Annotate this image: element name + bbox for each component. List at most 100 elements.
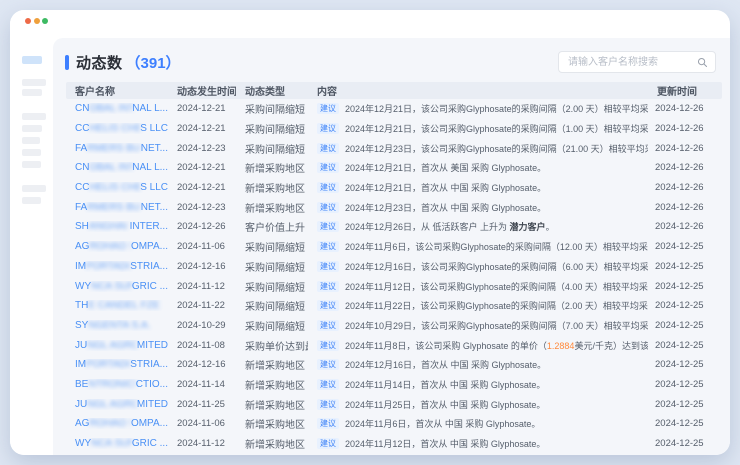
minimize-window-icon[interactable] [34, 18, 40, 24]
suggestion-badge[interactable]: 建议 [317, 300, 339, 311]
search-input[interactable] [566, 56, 697, 69]
suggestion-badge[interactable]: 建议 [317, 221, 339, 232]
customer-name-link[interactable]: JU NGL AGROTEC LI MITED [66, 340, 168, 351]
suggestion-badge[interactable]: 建议 [317, 320, 339, 331]
customer-name-link[interactable]: WY NCA SUNSHINE A GRIC ... [66, 281, 168, 292]
page-title-text: 动态数 [76, 52, 123, 73]
event-date: 2024-12-26 [168, 221, 236, 232]
event-content-cell: 建议 2024年12月21日，首次从 美国 采购 Glyphosate。 [308, 161, 648, 174]
table-row: JU NGL AGROTEC LI MITED 2024-11-25 新增采购地… [66, 394, 722, 414]
table-body: CN OBAL INTERNATIO NAL L... 2024-12-21 采… [66, 99, 722, 455]
event-date: 2024-12-21 [168, 182, 236, 193]
maximize-window-icon[interactable] [42, 18, 48, 24]
suggestion-badge[interactable]: 建议 [317, 182, 339, 193]
customer-name-link[interactable]: BE NTRONICS PRODU CTIO... [66, 379, 168, 390]
customer-name-link[interactable]: FA RMERS BUSINESS NET... [66, 202, 168, 213]
window-controls [25, 18, 48, 24]
event-type: 采购间隔缩短 [236, 121, 308, 136]
suggestion-badge[interactable]: 建议 [317, 103, 339, 114]
customer-name-link[interactable]: CC HELIS CHEMICAL S LLC [66, 123, 168, 134]
customer-name-redacted: NGL AGROTEC LI [87, 399, 137, 410]
customer-name-link[interactable]: CN OBAL INTERNATIO NAL L... [66, 103, 168, 114]
event-content-cell: 建议 2024年11月25日，首次从 中国 采购 Glyphosate。 [308, 398, 648, 411]
search-box[interactable] [558, 51, 716, 73]
sidebar-item-active[interactable] [22, 56, 42, 64]
customer-name-link[interactable]: TH E CANDEL FZE [66, 300, 168, 311]
event-date: 2024-10-29 [168, 320, 236, 331]
update-date: 2024-12-25 [648, 340, 722, 351]
customer-name-prefix: WY [75, 438, 91, 449]
customer-name-redacted: ANGHAI EVER GO [89, 221, 130, 232]
update-date: 2024-12-25 [648, 418, 722, 429]
customer-name-link[interactable]: CN OBAL INTERNATIO NAL L... [66, 162, 168, 173]
sidebar-item[interactable] [22, 79, 46, 86]
customer-name-redacted: PORTADORA INDU [86, 359, 130, 370]
customer-name-link[interactable]: JU NGL AGROTEC LI MITED [66, 399, 168, 410]
suggestion-badge[interactable]: 建议 [317, 202, 339, 213]
customer-name-link[interactable]: IM PORTADORA INDU STRIA... [66, 261, 168, 272]
customer-name-prefix: CN [75, 162, 89, 173]
suggestion-badge[interactable]: 建议 [317, 162, 339, 173]
suggestion-badge[interactable]: 建议 [317, 340, 339, 351]
search-icon[interactable] [697, 57, 708, 68]
event-content-cell: 建议 2024年12月23日，该公司采购Glyphosate的采购间隔（21.0… [308, 142, 648, 155]
suggestion-badge[interactable]: 建议 [317, 281, 339, 292]
event-content-cell: 建议 2024年11月6日，该公司采购Glyphosate的采购间隔（12.00… [308, 240, 648, 253]
suggestion-badge[interactable]: 建议 [317, 418, 339, 429]
sidebar-item[interactable] [22, 137, 40, 144]
customer-name-redacted: OBAL INTERNATIO [89, 162, 132, 173]
customer-name-link[interactable]: IM PORTADORA INDU STRIA... [66, 359, 168, 370]
update-date: 2024-12-26 [648, 143, 722, 154]
table-row: CN OBAL INTERNATIO NAL L... 2024-12-21 采… [66, 99, 722, 119]
sidebar-item[interactable] [22, 185, 46, 192]
customer-name-prefix: JU [75, 340, 87, 351]
event-content-text: 2024年12月16日，该公司采购Glyphosate的采购间隔（6.00 天）… [345, 260, 648, 273]
customer-name-link[interactable]: AG ROHAO SHANG C OMPA... [66, 241, 168, 252]
suggestion-badge[interactable]: 建议 [317, 143, 339, 154]
suggestion-badge[interactable]: 建议 [317, 123, 339, 134]
suggestion-badge[interactable]: 建议 [317, 399, 339, 410]
event-date: 2024-11-12 [168, 438, 236, 449]
event-date: 2024-11-14 [168, 379, 236, 390]
event-content-text: 2024年12月23日，该公司采购Glyphosate的采购间隔（21.00 天… [345, 142, 648, 155]
sidebar-item[interactable] [22, 149, 41, 156]
sidebar-item[interactable] [22, 89, 42, 96]
event-content-cell: 建议 2024年12月21日，该公司采购Glyphosate的采购间隔（1.00… [308, 122, 648, 135]
customer-name-link[interactable]: CC HELIS CHEMICAL S LLC [66, 182, 168, 193]
customer-name-link[interactable]: SY NGENTA S.A. [66, 320, 168, 331]
customer-name-suffix: STRIA... [130, 261, 168, 272]
customer-name-link[interactable]: SH ANGHAI EVER GO INTER... [66, 221, 168, 232]
update-date: 2024-12-26 [648, 202, 722, 213]
close-window-icon[interactable] [25, 18, 31, 24]
table-row: CC HELIS CHEMICAL S LLC 2024-12-21 采购间隔缩… [66, 119, 722, 139]
suggestion-badge[interactable]: 建议 [317, 261, 339, 272]
sidebar-item[interactable] [22, 197, 41, 204]
update-date: 2024-12-25 [648, 399, 722, 410]
suggestion-badge[interactable]: 建议 [317, 438, 339, 449]
customer-name-suffix: CTIO... [136, 379, 168, 390]
sidebar-item[interactable] [22, 161, 41, 168]
sidebar-item[interactable] [22, 113, 46, 120]
event-date: 2024-12-21 [168, 123, 236, 134]
customer-name-link[interactable]: WY NCA SUNSHINE A GRIC ... [66, 438, 168, 449]
sidebar-item[interactable] [22, 125, 42, 132]
event-date: 2024-12-23 [168, 143, 236, 154]
event-content-cell: 建议 2024年12月21日，该公司采购Glyphosate的采购间隔（2.00… [308, 102, 648, 115]
customer-name-redacted: NCA SUNSHINE A [91, 281, 132, 292]
event-content-text: 2024年11月12日，首次从 中国 采购 Glyphosate。 [345, 437, 545, 450]
event-content-text: 2024年11月12日，该公司采购Glyphosate的采购间隔（4.00 天）… [345, 280, 648, 293]
suggestion-badge[interactable]: 建议 [317, 379, 339, 390]
customer-name-link[interactable]: FA RMERS BUSINESS NET... [66, 143, 168, 154]
customer-name-suffix: STRIA... [130, 359, 168, 370]
table-header-row: 客户名称 动态发生时间 动态类型 内容 更新时间 [66, 82, 722, 99]
suggestion-badge[interactable]: 建议 [317, 241, 339, 252]
customer-name-redacted: HELIS CHEMICAL [89, 123, 140, 134]
customer-name-suffix: S LLC [140, 182, 168, 193]
customer-name-link[interactable]: AG ROHAO SHANG C OMPA... [66, 418, 168, 429]
customer-name-prefix: FA [75, 143, 87, 154]
customer-name-redacted: ROHAO SHANG C [89, 418, 131, 429]
suggestion-badge[interactable]: 建议 [317, 359, 339, 370]
customer-name-redacted: RMERS BUSINESS [87, 202, 141, 213]
page-title: 动态数 （391） [65, 52, 181, 73]
customer-name-prefix: IM [75, 261, 86, 272]
